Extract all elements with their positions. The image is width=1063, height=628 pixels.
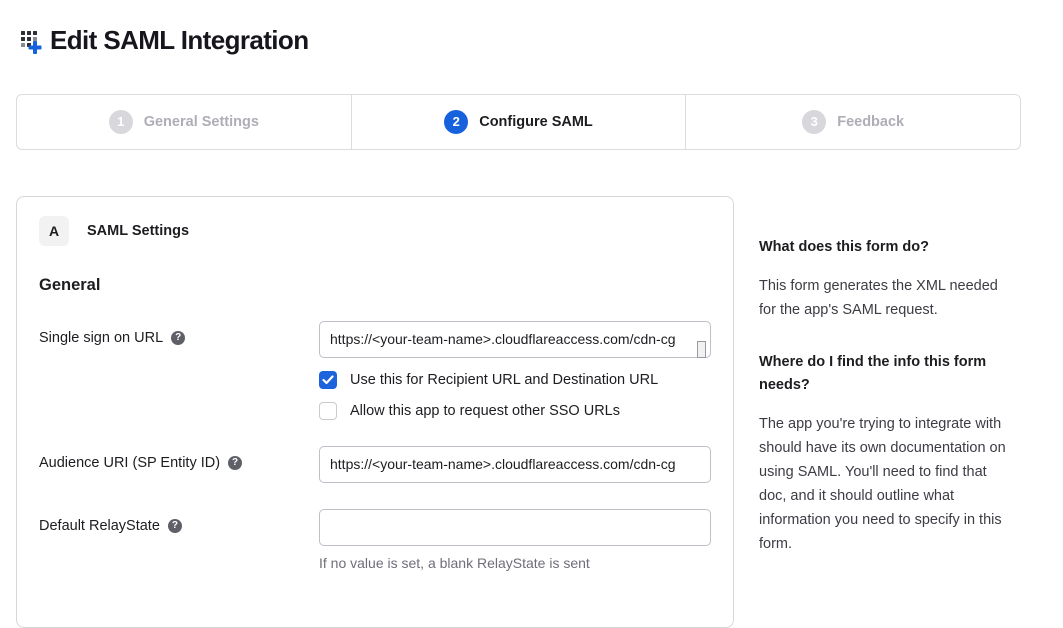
other-sso-checkbox[interactable] xyxy=(319,402,337,420)
edit-saml-integration-page: Edit SAML Integration 1 General Settings… xyxy=(0,0,1063,628)
other-sso-checkbox-label: Allow this app to request other SSO URLs xyxy=(350,403,620,419)
recipient-checkbox-label: Use this for Recipient URL and Destinati… xyxy=(350,372,658,388)
relay-state-row: Default RelayState ? If no value is set,… xyxy=(39,509,711,571)
help-icon[interactable]: ? xyxy=(228,456,242,470)
sso-url-input[interactable] xyxy=(319,321,711,358)
section-a-badge: A xyxy=(39,216,69,246)
other-sso-checkbox-row: Allow this app to request other SSO URLs xyxy=(319,402,711,420)
help-icon[interactable]: ? xyxy=(168,519,182,533)
relay-state-label: Default RelayState xyxy=(39,518,160,534)
section-header: A SAML Settings xyxy=(39,216,711,246)
app-grid-add-icon xyxy=(20,27,46,55)
sidebar-body-form-purpose: This form generates the XML needed for t… xyxy=(759,274,1011,322)
page-header: Edit SAML Integration xyxy=(20,8,1047,74)
step-number-badge: 2 xyxy=(444,110,468,134)
step-label: Configure SAML xyxy=(479,114,593,130)
step-label: Feedback xyxy=(837,114,904,130)
step-configure-saml[interactable]: 2 Configure SAML xyxy=(351,95,686,149)
audience-uri-label: Audience URI (SP Entity ID) xyxy=(39,455,220,471)
audience-uri-input[interactable] xyxy=(319,446,711,483)
sso-url-control: Use this for Recipient URL and Destinati… xyxy=(319,321,711,420)
help-icon[interactable]: ? xyxy=(171,331,185,345)
step-number-badge: 1 xyxy=(109,110,133,134)
audience-uri-control xyxy=(319,446,711,483)
step-number-badge: 3 xyxy=(802,110,826,134)
audience-uri-label-wrap: Audience URI (SP Entity ID) ? xyxy=(39,446,319,471)
audience-uri-row: Audience URI (SP Entity ID) ? xyxy=(39,446,711,483)
step-label: General Settings xyxy=(144,114,259,130)
sso-url-row: Single sign on URL ? Use this for Recipi… xyxy=(39,321,711,420)
wizard-stepper: 1 General Settings 2 Configure SAML 3 Fe… xyxy=(16,94,1021,150)
sidebar-heading-form-purpose: What does this form do? xyxy=(759,236,1011,259)
sso-url-label: Single sign on URL xyxy=(39,330,163,346)
page-title: Edit SAML Integration xyxy=(50,25,308,56)
saml-settings-panel: A SAML Settings General Single sign on U… xyxy=(16,196,734,628)
relay-state-input[interactable] xyxy=(319,509,711,546)
relay-state-label-wrap: Default RelayState ? xyxy=(39,509,319,534)
general-heading: General xyxy=(39,276,711,295)
sidebar-heading-where-info: Where do I find the info this form needs… xyxy=(759,351,1011,397)
relay-state-control: If no value is set, a blank RelayState i… xyxy=(319,509,711,571)
relay-state-helper: If no value is set, a blank RelayState i… xyxy=(319,555,711,571)
sso-url-label-wrap: Single sign on URL ? xyxy=(39,321,319,346)
step-feedback[interactable]: 3 Feedback xyxy=(685,95,1020,149)
sidebar-body-where-info: The app you're trying to integrate with … xyxy=(759,412,1011,556)
step-general-settings[interactable]: 1 General Settings xyxy=(17,95,351,149)
recipient-url-checkbox[interactable] xyxy=(319,371,337,389)
text-cursor-box xyxy=(697,341,706,358)
content-area: A SAML Settings General Single sign on U… xyxy=(16,196,1047,628)
recipient-checkbox-row: Use this for Recipient URL and Destinati… xyxy=(319,371,711,389)
info-sidebar: What does this form do? This form genera… xyxy=(759,196,1011,585)
section-title: SAML Settings xyxy=(87,223,189,239)
